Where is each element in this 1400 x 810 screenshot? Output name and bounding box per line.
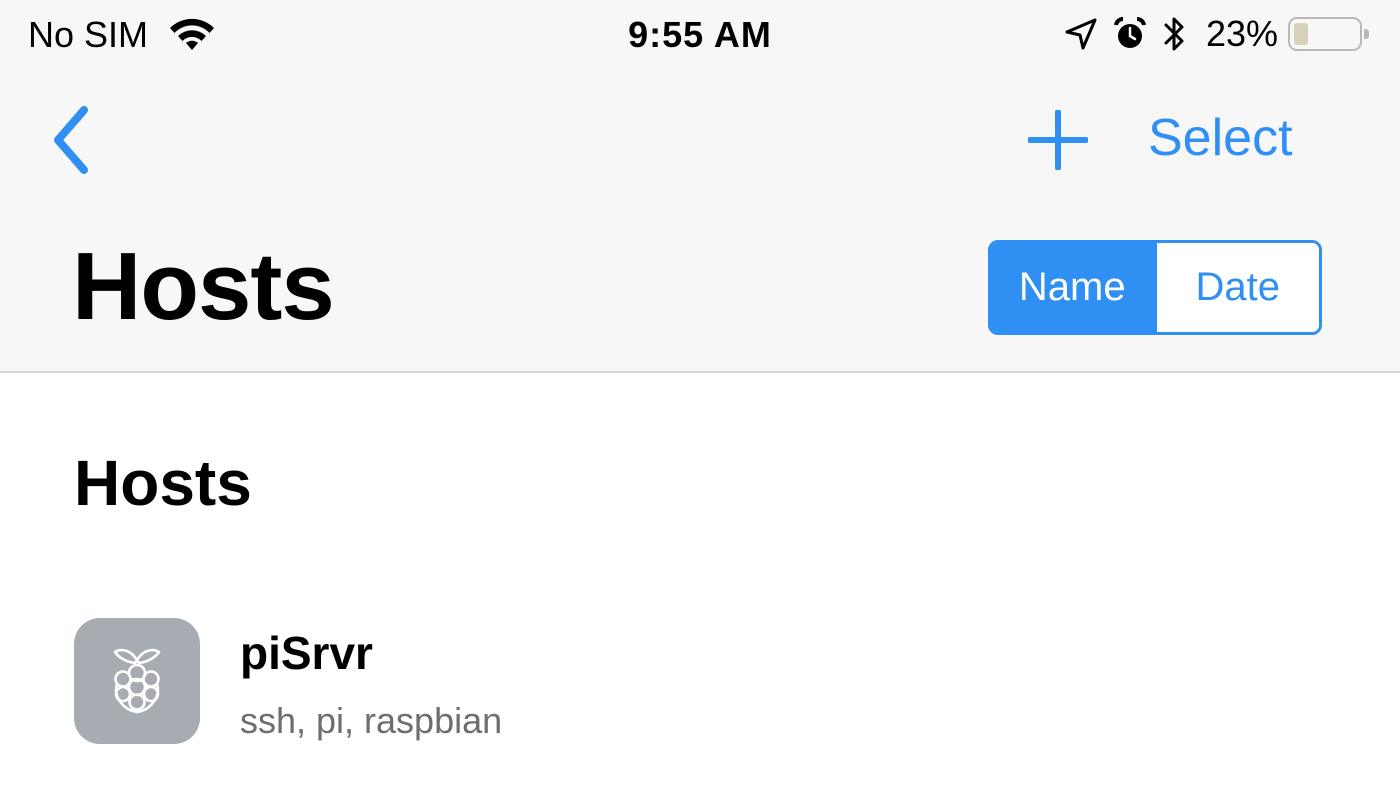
- hosts-screen: No SIM 9:55 AM 23% Select Hosts Name Dat…: [0, 0, 1400, 810]
- host-list-item[interactable]: piSrvr ssh, pi, raspbian: [0, 600, 1400, 760]
- add-host-button[interactable]: [1022, 104, 1094, 176]
- raspberry-pi-icon: [74, 618, 200, 744]
- select-button[interactable]: Select: [1148, 108, 1293, 168]
- alarm-clock-icon: [1112, 16, 1148, 52]
- page-title: Hosts: [72, 233, 335, 340]
- back-button[interactable]: [40, 100, 100, 180]
- location-arrow-icon: [1064, 17, 1098, 51]
- host-name: piSrvr: [240, 627, 373, 679]
- bluetooth-icon: [1162, 14, 1188, 54]
- header-divider: [0, 371, 1400, 373]
- plus-icon: [1028, 110, 1088, 170]
- sort-by-name-segment[interactable]: Name: [991, 243, 1154, 332]
- sort-by-date-segment[interactable]: Date: [1153, 243, 1319, 332]
- sort-segmented-control: Name Date: [988, 240, 1322, 335]
- status-right-group: 23%: [1050, 12, 1369, 56]
- host-detail: ssh, pi, raspbian: [240, 700, 503, 741]
- battery-nub: [1364, 29, 1369, 39]
- battery-level-fill: [1294, 23, 1308, 45]
- battery-icon: [1288, 17, 1369, 51]
- chevron-left-icon: [54, 106, 88, 174]
- status-bar: No SIM 9:55 AM 23%: [0, 0, 1400, 72]
- section-header: Hosts: [74, 447, 252, 519]
- battery-percent: 23%: [1205, 13, 1278, 54]
